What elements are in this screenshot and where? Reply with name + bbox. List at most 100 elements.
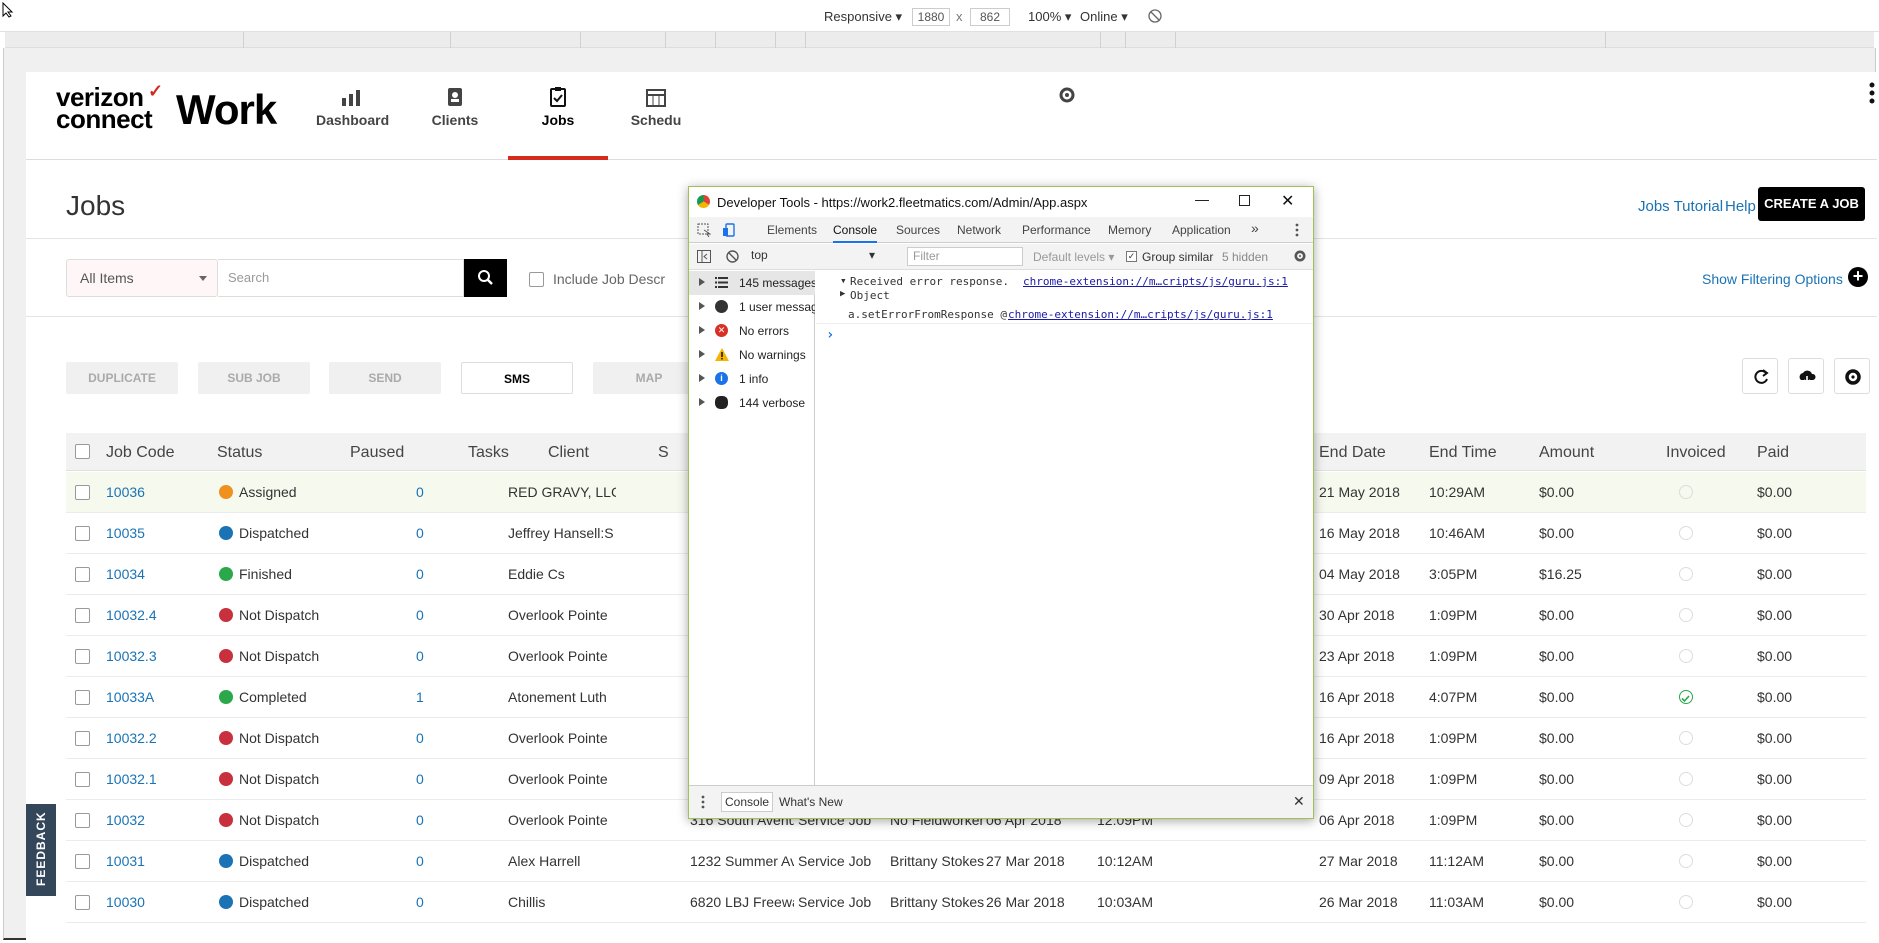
viewport-width-input[interactable]: 1880 xyxy=(912,8,950,26)
search-button[interactable] xyxy=(464,259,507,297)
col-end-date[interactable]: End Date xyxy=(1319,444,1386,462)
items-filter-select[interactable]: All Items xyxy=(66,259,218,297)
context-select[interactable]: top ▾ xyxy=(747,247,879,266)
expand-arrow-icon[interactable]: ▶ xyxy=(840,289,845,299)
tasks-count[interactable]: 0 xyxy=(416,853,424,869)
drawer-close-icon[interactable]: ✕ xyxy=(1293,793,1305,810)
console-filter-input[interactable]: Filter xyxy=(907,247,1023,266)
job-code-link[interactable]: 10031 xyxy=(106,853,145,869)
job-code-link[interactable]: 10032.2 xyxy=(106,730,157,746)
tab-network[interactable]: Network xyxy=(957,223,1001,237)
row-checkbox[interactable] xyxy=(75,854,90,869)
job-code-link[interactable]: 10032.4 xyxy=(106,607,157,623)
nav-schedule[interactable]: Schedu xyxy=(626,78,686,160)
drawer-tab-whats-new[interactable]: What's New xyxy=(779,795,843,809)
tab-application[interactable]: Application xyxy=(1172,223,1231,237)
row-checkbox[interactable] xyxy=(75,649,90,664)
verizon-connect-logo[interactable]: verizon ✓ connect xyxy=(56,81,163,132)
feedback-tab[interactable]: FEEDBACK xyxy=(26,804,56,896)
tasks-count[interactable]: 0 xyxy=(416,484,424,500)
table-row[interactable]: 10031 Dispatched 0 Alex Harrell 1232 Summer … xyxy=(66,841,1866,882)
job-code-link[interactable]: 10032.3 xyxy=(106,648,157,664)
sidebar-toggle-icon[interactable] xyxy=(697,250,711,266)
job-code-link[interactable]: 10036 xyxy=(106,484,145,500)
create-job-button[interactable]: CREATE A JOB xyxy=(1758,187,1865,221)
col-paid[interactable]: Paid xyxy=(1757,444,1789,462)
col-status[interactable]: Status xyxy=(217,444,262,462)
sidebar-messages[interactable]: 145 messages xyxy=(689,271,815,295)
log-levels-select[interactable]: Default levels ▾ xyxy=(1033,250,1114,264)
col-job-code[interactable]: Job Code xyxy=(106,444,175,462)
row-checkbox[interactable] xyxy=(75,895,90,910)
tasks-count[interactable]: 0 xyxy=(416,648,424,664)
row-checkbox[interactable] xyxy=(75,485,90,500)
nav-jobs[interactable]: Jobs xyxy=(508,78,608,160)
rotate-icon[interactable] xyxy=(1148,9,1162,26)
col-invoiced[interactable]: Invoiced xyxy=(1666,444,1726,462)
collapse-arrow-icon[interactable]: ▾ xyxy=(840,274,847,287)
job-code-link[interactable]: 10035 xyxy=(106,525,145,541)
plus-circle-icon[interactable]: + xyxy=(1848,267,1868,287)
row-checkbox[interactable] xyxy=(75,608,90,623)
sidebar-user-messages[interactable]: 1 user messages xyxy=(689,295,815,319)
tasks-count[interactable]: 0 xyxy=(416,525,424,541)
tab-memory[interactable]: Memory xyxy=(1108,223,1151,237)
download-button[interactable] xyxy=(1788,358,1824,394)
device-toggle-icon[interactable] xyxy=(723,223,737,240)
group-similar-checkbox[interactable]: ✓ xyxy=(1126,251,1137,262)
tasks-count[interactable]: 1 xyxy=(416,689,424,705)
more-tabs-icon[interactable]: » xyxy=(1251,220,1259,236)
drawer-tab-console[interactable]: Console xyxy=(721,792,774,812)
jobs-tutorial-link[interactable]: Jobs Tutorial xyxy=(1638,198,1723,215)
job-code-link[interactable]: 10033A xyxy=(106,689,154,705)
tasks-count[interactable]: 0 xyxy=(416,607,424,623)
maximize-icon[interactable] xyxy=(1239,195,1250,206)
sidebar-verbose[interactable]: 144 verbose xyxy=(689,391,815,415)
row-checkbox[interactable] xyxy=(75,813,90,828)
viewport-height-input[interactable]: 862 xyxy=(970,8,1010,26)
include-description-checkbox[interactable] xyxy=(529,272,544,287)
job-code-link[interactable]: 10034 xyxy=(106,566,145,582)
row-checkbox[interactable] xyxy=(75,567,90,582)
drawer-menu-icon[interactable] xyxy=(701,795,705,812)
table-row[interactable]: 10030 Dispatched 0 Chillis 6820 LBJ Freewa Se… xyxy=(66,882,1866,923)
row-checkbox[interactable] xyxy=(75,526,90,541)
stack-frame-source-link[interactable]: chrome-extension://m…cripts/js/guru.js:1 xyxy=(1008,308,1273,321)
clear-console-icon[interactable] xyxy=(726,250,739,266)
job-code-link[interactable]: 10030 xyxy=(106,894,145,910)
show-filtering-options-link[interactable]: Show Filtering Options xyxy=(1702,271,1843,287)
zoom-select[interactable]: 100% ▾ xyxy=(1028,9,1071,25)
col-client[interactable]: Client xyxy=(548,444,589,462)
close-icon[interactable]: ✕ xyxy=(1281,191,1294,211)
tasks-count[interactable]: 0 xyxy=(416,771,424,787)
sidebar-info[interactable]: i 1 info xyxy=(689,367,815,391)
col-end-time[interactable]: End Time xyxy=(1429,444,1497,462)
row-checkbox[interactable] xyxy=(75,731,90,746)
message-source-link[interactable]: chrome-extension://m…cripts/js/guru.js:1 xyxy=(1023,275,1288,288)
sidebar-warnings[interactable]: No warnings xyxy=(689,343,815,367)
nav-clients[interactable]: Clients xyxy=(429,78,481,160)
tasks-count[interactable]: 0 xyxy=(416,812,424,828)
sub-job-button[interactable]: SUB JOB xyxy=(198,362,310,394)
refresh-button[interactable] xyxy=(1742,358,1778,394)
col-tasks[interactable]: Tasks xyxy=(468,444,509,462)
device-mode-select[interactable]: Responsive ▾ xyxy=(824,9,902,25)
network-throttle-select[interactable]: Online ▾ xyxy=(1080,9,1128,25)
send-button[interactable]: SEND xyxy=(329,362,441,394)
job-code-link[interactable]: 10032 xyxy=(106,812,145,828)
nav-dashboard[interactable]: Dashboard xyxy=(316,78,389,160)
console-object[interactable]: Object xyxy=(850,289,890,302)
tab-elements[interactable]: Elements xyxy=(767,223,817,237)
tab-sources[interactable]: Sources xyxy=(896,223,940,237)
console-prompt[interactable]: › xyxy=(826,327,834,343)
minimize-icon[interactable]: — xyxy=(1195,191,1209,207)
settings-button[interactable] xyxy=(1834,358,1870,394)
search-input[interactable]: Search xyxy=(218,259,464,297)
help-link[interactable]: Help xyxy=(1725,198,1756,215)
col-amount[interactable]: Amount xyxy=(1539,444,1594,462)
sms-button[interactable]: SMS xyxy=(461,362,573,394)
tab-console[interactable]: Console xyxy=(833,223,878,243)
menu-icon[interactable] xyxy=(1868,82,1877,104)
console-settings-icon[interactable] xyxy=(1293,249,1307,266)
kebab-menu-icon[interactable] xyxy=(1295,223,1299,240)
